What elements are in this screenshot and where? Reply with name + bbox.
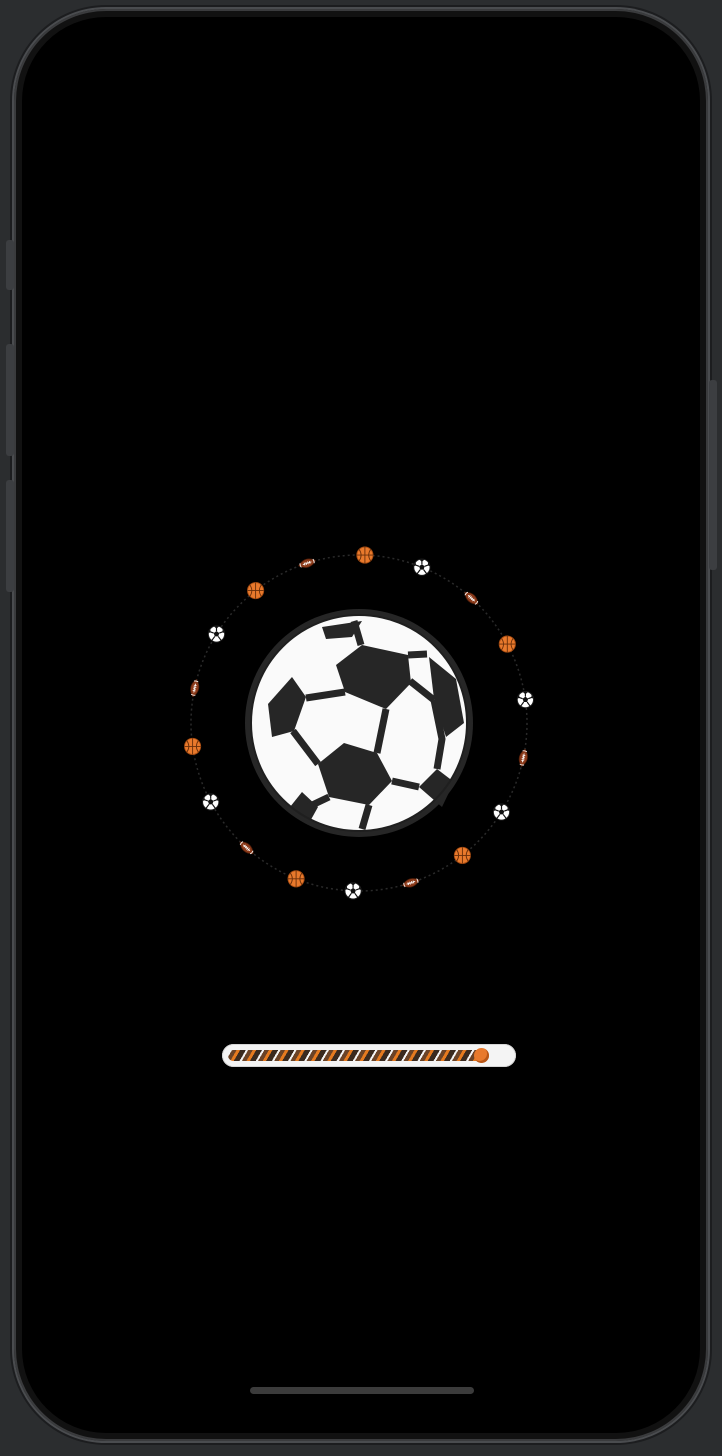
football-icon	[296, 556, 318, 571]
volume-down-button	[6, 480, 14, 592]
basketball-icon	[498, 635, 516, 653]
home-indicator[interactable]	[250, 1387, 474, 1394]
football-icon	[400, 875, 422, 890]
loading-progress-fill	[228, 1050, 482, 1061]
volume-up-button	[6, 344, 14, 456]
football-icon	[517, 747, 530, 768]
soccer-ball-icon	[516, 690, 535, 709]
app-screen	[22, 17, 700, 1433]
basketball-icon	[287, 870, 305, 888]
soccer-ball-icon	[413, 558, 431, 576]
basketball-icon	[453, 846, 471, 864]
basketball-icon	[356, 546, 374, 564]
loading-progress-bar	[222, 1044, 516, 1067]
sports-loader	[184, 546, 535, 900]
football-icon	[188, 678, 201, 699]
soccer-ball-icon	[492, 803, 511, 821]
progress-basketball-icon	[474, 1048, 489, 1063]
basketball-icon	[184, 737, 202, 755]
action-button	[6, 240, 14, 290]
basketball-icon	[247, 582, 265, 600]
soccer-ball-icon	[207, 625, 226, 643]
soccer-ball-icon	[202, 793, 220, 811]
soccer-ball-icon	[344, 882, 362, 900]
power-button	[709, 380, 717, 570]
soccer-ball-icon	[245, 609, 473, 837]
